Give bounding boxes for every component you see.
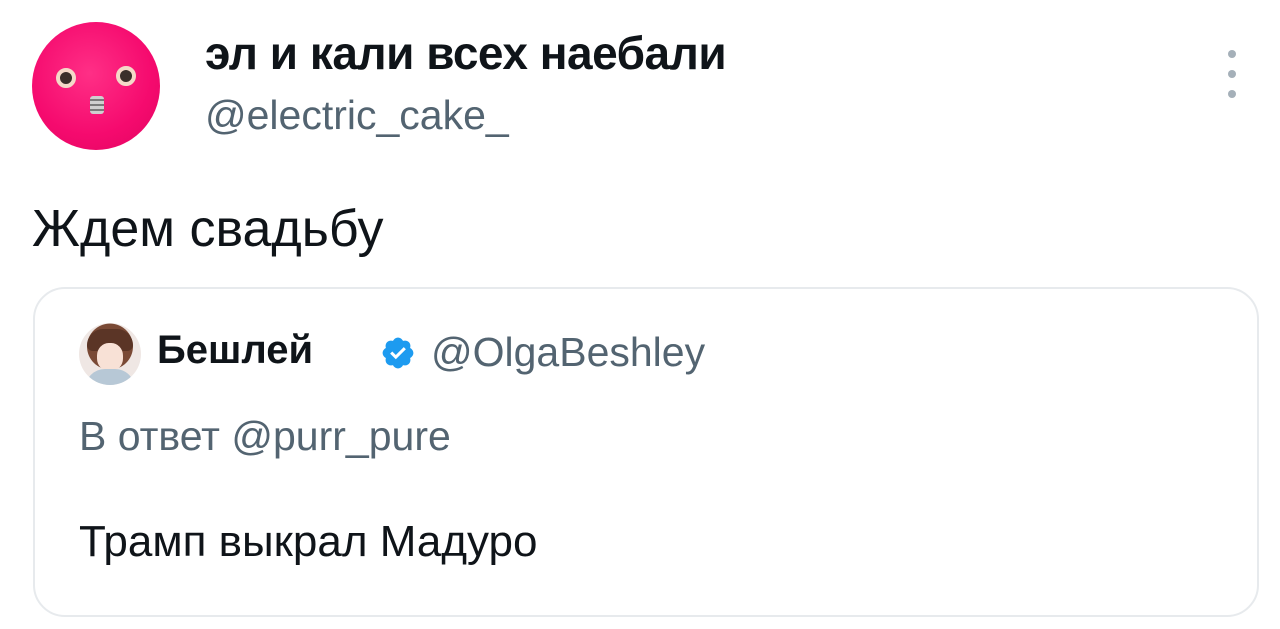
quoted-tweet[interactable]: Бешлей @OlgaBeshley В ответ @purr_pure Т…	[33, 287, 1259, 617]
reply-context: В ответ @purr_pure	[79, 411, 451, 461]
more-dot	[1228, 90, 1236, 98]
reply-prefix: В ответ	[79, 413, 220, 459]
quoted-author-handle[interactable]: @OlgaBeshley	[431, 327, 705, 377]
author-avatar[interactable]	[32, 22, 160, 150]
more-icon[interactable]	[1218, 46, 1246, 102]
avatar-shirt	[85, 369, 135, 385]
reply-mention-link[interactable]: @purr_pure	[231, 413, 450, 459]
avatar-right-eye	[116, 66, 136, 86]
tweet-card: эл и кали всех наебали @electric_cake_ Ж…	[0, 0, 1280, 629]
quoted-author-display-name[interactable]: Бешлей	[157, 325, 313, 375]
tweet-text: Ждем свадьбу	[32, 200, 384, 258]
quoted-author-avatar[interactable]	[79, 323, 141, 385]
avatar-left-eye	[56, 68, 76, 88]
author-display-name[interactable]: эл и кали всех наебали	[205, 26, 727, 80]
avatar-mouth	[90, 96, 104, 114]
more-dot	[1228, 50, 1236, 58]
more-dot	[1228, 70, 1236, 78]
quoted-tweet-text: Трамп выкрал Мадуро	[79, 517, 538, 566]
verified-badge-icon	[382, 337, 414, 369]
avatar-face	[97, 343, 123, 371]
author-handle[interactable]: @electric_cake_	[205, 90, 509, 140]
